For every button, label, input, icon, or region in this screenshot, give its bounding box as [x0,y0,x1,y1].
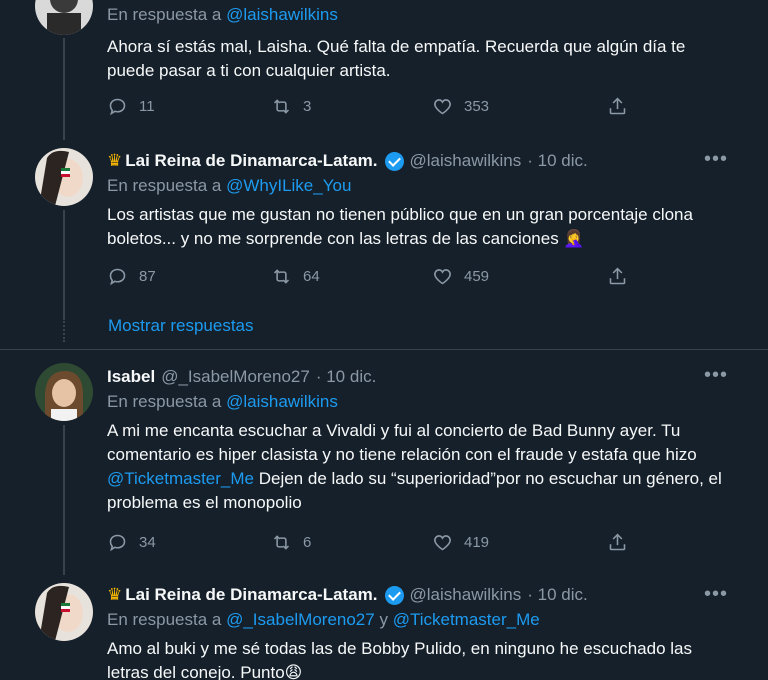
tweet-date[interactable]: · 10 dic. [527,150,587,172]
avatar[interactable] [35,0,93,35]
tweet-text: Los artistas que me gustan no tienen púb… [107,205,693,248]
author-name[interactable]: Lai Reina de Dinamarca-Latam. [125,584,377,606]
reply-icon [109,534,126,552]
more-options-icon[interactable]: ••• [704,148,728,171]
avatar[interactable] [35,363,93,421]
tweet-date[interactable]: · 10 dic. [527,584,587,606]
retweet-button[interactable]: 64 [271,266,320,287]
share-button[interactable] [607,532,628,553]
mention-link[interactable]: @Ticketmaster_Me [107,469,254,488]
tweet-actions: 11 3 353 [107,96,627,120]
reply-context: En respuesta a @_IsabelMoreno27 y @Ticke… [107,610,540,629]
author-handle[interactable]: @_IsabelMoreno27 [161,366,310,388]
tweet-0: En respuesta a @laishawilkins Ahora sí e… [0,0,768,140]
mention-link[interactable]: @_IsabelMoreno27 [226,610,375,629]
retweet-button[interactable]: 6 [271,532,311,553]
tweet-header: Isabel @_IsabelMoreno27 · 10 dic. [107,366,728,388]
tweet-actions: 87 64 459 [107,266,627,290]
thread-more-dots [63,318,65,342]
reply-context: En respuesta a @laishawilkins [107,392,338,411]
verified-icon [384,585,404,605]
thread-line [63,210,65,318]
share-icon [609,97,626,115]
tweet-1: ♛ Lai Reina de Dinamarca-Latam. @laishaw… [0,140,768,350]
author-name[interactable]: Lai Reina de Dinamarca-Latam. [125,150,377,172]
retweet-button[interactable]: 3 [271,96,311,117]
mention-link[interactable]: @WhyILike_You [226,176,351,195]
retweet-icon [273,99,290,114]
mention-link[interactable]: @laishawilkins [226,392,338,411]
author-handle[interactable]: @laishawilkins [410,584,522,606]
thread-line [63,38,65,140]
heart-icon [434,269,451,285]
like-button[interactable]: 459 [432,266,489,287]
tweet-text: Amo al buki y me sé todas las de Bobby P… [107,639,692,680]
share-icon [609,267,626,285]
reply-icon [109,268,126,286]
more-options-icon[interactable]: ••• [704,583,728,606]
more-options-icon[interactable]: ••• [704,364,728,387]
heart-icon [434,99,451,115]
tweet-date[interactable]: · 10 dic. [316,366,376,388]
avatar[interactable] [35,148,93,206]
like-button[interactable]: 353 [432,96,489,117]
show-replies-link[interactable]: Mostrar respuestas [108,316,254,336]
avatar[interactable] [35,583,93,641]
like-button[interactable]: 419 [432,532,489,553]
tweet-header: ♛ Lai Reina de Dinamarca-Latam. @laishaw… [107,150,728,172]
verified-icon [384,151,404,171]
share-icon [609,533,626,551]
share-button[interactable] [607,266,628,287]
reply-button[interactable]: 87 [107,266,156,287]
author-handle[interactable]: @laishawilkins [410,150,522,172]
tweet-3: ♛ Lai Reina de Dinamarca-Latam. @laishaw… [0,575,768,680]
tweet-header: ♛ Lai Reina de Dinamarca-Latam. @laishaw… [107,584,728,606]
retweet-icon [273,535,290,550]
crown-icon: ♛ [107,585,123,604]
reply-button[interactable]: 34 [107,532,156,553]
crown-icon: ♛ [107,151,123,170]
tweet-text: Ahora sí estás mal, Laisha. Qué falta de… [107,37,686,80]
mention-link[interactable]: @Ticketmaster_Me [393,610,540,629]
mention-link[interactable]: @laishawilkins [226,5,338,24]
retweet-icon [273,269,290,284]
tweet-actions: 34 6 419 [107,532,627,556]
reply-context: En respuesta a @laishawilkins [107,5,338,24]
heart-icon [434,535,451,551]
reply-button[interactable]: 11 [107,96,155,117]
reply-context: En respuesta a @WhyILike_You [107,176,352,195]
share-button[interactable] [607,96,628,117]
tweet-2: Isabel @_IsabelMoreno27 · 10 dic. En res… [0,350,768,575]
tweet-text: A mi me encanta escuchar a Vivaldi y fui… [107,421,722,512]
author-name[interactable]: Isabel [107,366,155,388]
thread-line [63,425,65,575]
reply-icon [109,98,126,116]
